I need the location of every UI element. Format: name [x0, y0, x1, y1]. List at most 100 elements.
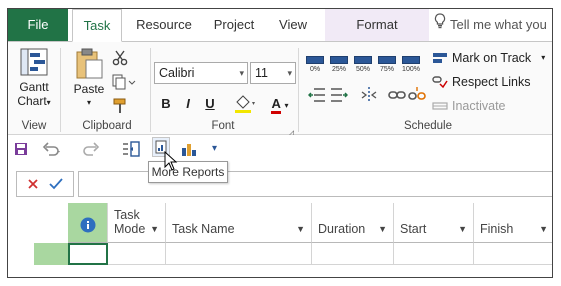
mark-on-track-button[interactable]: Mark on Track ▾ — [432, 48, 545, 68]
column-header-task-mode[interactable]: Task Mode ▼ — [108, 203, 166, 243]
mark-on-track-label: Mark on Track — [452, 51, 532, 65]
percent-100-button[interactable]: 100% — [400, 56, 422, 73]
column-header-finish[interactable]: Finish ▼ — [474, 203, 552, 243]
cancel-entry-icon[interactable] — [27, 178, 39, 190]
column-header-duration[interactable]: Duration ▼ — [312, 203, 394, 243]
cut-icon[interactable] — [112, 50, 128, 66]
chevron-down-icon: ▾ — [541, 53, 546, 62]
respect-links-icon — [432, 76, 448, 89]
link-tasks-icon[interactable] — [388, 86, 406, 104]
percent-25-button[interactable]: 25% — [328, 56, 350, 73]
percent-0-button[interactable]: 0% — [304, 56, 326, 73]
mouse-cursor-icon — [164, 151, 178, 171]
indent-icon[interactable] — [330, 86, 348, 104]
font-name-select[interactable]: Calibri ▾ — [154, 62, 248, 84]
italic-button[interactable]: I — [180, 94, 196, 114]
undo-icon[interactable] — [42, 140, 62, 158]
tab-project[interactable]: Project — [206, 9, 262, 41]
outdent-icon[interactable] — [308, 86, 326, 104]
paste-button[interactable]: Paste ▾ — [68, 48, 110, 118]
app-window: File Task Resource Project View Format T… — [7, 8, 553, 278]
clipboard-group-label: Clipboard — [82, 120, 132, 132]
duration-label: Duration — [318, 222, 366, 236]
group-divider — [60, 48, 61, 132]
confirm-entry-icon[interactable] — [49, 178, 63, 190]
respect-links-label: Respect Links — [452, 75, 531, 89]
tab-resource[interactable]: Resource — [128, 9, 200, 41]
info-icon — [80, 217, 96, 233]
row-selector[interactable] — [34, 243, 68, 265]
schedule-group-label: Schedule — [404, 120, 452, 132]
inactivate-label: Inactivate — [452, 99, 506, 113]
start-label: Start — [400, 222, 427, 236]
tell-me-box[interactable]: Tell me what you — [434, 9, 547, 41]
percent-25-label: 25% — [331, 66, 346, 73]
task-mode-line1: Task — [114, 208, 140, 222]
percent-75-button[interactable]: 75% — [376, 56, 398, 73]
chevron-down-icon[interactable]: ▼ — [458, 224, 467, 234]
chevron-down-icon[interactable]: ▼ — [296, 224, 305, 234]
lightbulb-icon — [434, 9, 446, 41]
bar-chart-icon[interactable] — [180, 140, 198, 158]
mark-on-track-icon — [433, 53, 447, 63]
chevron-down-icon: ▾ — [86, 98, 91, 107]
font-color-button[interactable]: A ▾ — [266, 94, 294, 114]
percent-bar-icon — [330, 56, 348, 64]
chevron-down-icon[interactable]: ▼ — [539, 224, 548, 234]
task-mode-line2: Mode — [114, 222, 146, 236]
clipboard-paste-icon — [76, 48, 103, 79]
group-divider — [150, 48, 151, 132]
tell-me-text: Tell me what you — [450, 17, 547, 32]
indicators-header[interactable] — [68, 203, 108, 243]
bold-button[interactable]: B — [158, 94, 174, 114]
tab-task[interactable]: Task — [72, 9, 122, 42]
column-header-task-name[interactable]: Task Name ▼ — [166, 203, 312, 243]
select-all-corner[interactable] — [8, 203, 68, 243]
percent-bar-icon — [378, 56, 396, 64]
format-painter-icon[interactable] — [112, 98, 128, 114]
ribbon-tabs: File Task Resource Project View Format T… — [8, 9, 552, 42]
tab-format[interactable]: Format — [325, 9, 429, 41]
fill-color-button[interactable] — [232, 94, 258, 114]
task-name-label: Task Name — [172, 222, 235, 236]
gantt-label-line2: Chart — [17, 94, 47, 108]
copy-icon[interactable] — [112, 74, 136, 90]
table-cell[interactable] — [108, 243, 166, 265]
respect-links-button[interactable]: Respect Links — [432, 72, 531, 92]
font-group-label: Font — [211, 120, 235, 132]
redo-icon[interactable] — [82, 140, 102, 158]
percent-100-label: 100% — [402, 66, 420, 73]
customize-qat-icon[interactable]: ▾ — [212, 140, 217, 158]
percent-bar-icon — [402, 56, 420, 64]
scroll-to-task-icon[interactable] — [122, 140, 140, 158]
percent-bar-icon — [354, 56, 372, 64]
inactivate-button[interactable]: Inactivate — [432, 96, 506, 116]
percent-0-label: 0% — [309, 66, 321, 73]
table-cell[interactable] — [312, 243, 394, 265]
tooltip: More Reports — [148, 161, 228, 183]
chevron-down-icon[interactable]: ▼ — [150, 224, 159, 234]
paste-label: Paste — [73, 82, 105, 96]
tab-view[interactable]: View — [270, 9, 316, 41]
entry-buttons — [16, 171, 74, 197]
table-cell[interactable] — [474, 243, 552, 265]
underline-button[interactable]: U — [202, 94, 218, 114]
finish-label: Finish — [480, 222, 514, 236]
table-cell[interactable] — [166, 243, 312, 265]
font-size-select[interactable]: 11 ▾ — [250, 62, 296, 84]
gantt-chart-icon — [20, 48, 48, 76]
save-icon[interactable] — [14, 140, 28, 158]
chevron-down-icon[interactable]: ▼ — [378, 224, 387, 234]
gantt-chart-button[interactable]: Gantt Chart▾ — [12, 48, 56, 118]
unlink-tasks-icon[interactable] — [408, 86, 426, 104]
chevron-down-icon: ▾ — [46, 98, 51, 107]
table-cell[interactable] — [394, 243, 474, 265]
view-group-label: View — [21, 120, 47, 132]
percent-50-button[interactable]: 50% — [352, 56, 374, 73]
inactivate-icon — [432, 102, 448, 110]
split-task-icon[interactable] — [360, 86, 378, 104]
column-header-start[interactable]: Start ▼ — [394, 203, 474, 243]
tab-file[interactable]: File — [8, 9, 68, 41]
percent-75-label: 75% — [379, 66, 394, 73]
selected-cell[interactable] — [68, 243, 108, 265]
